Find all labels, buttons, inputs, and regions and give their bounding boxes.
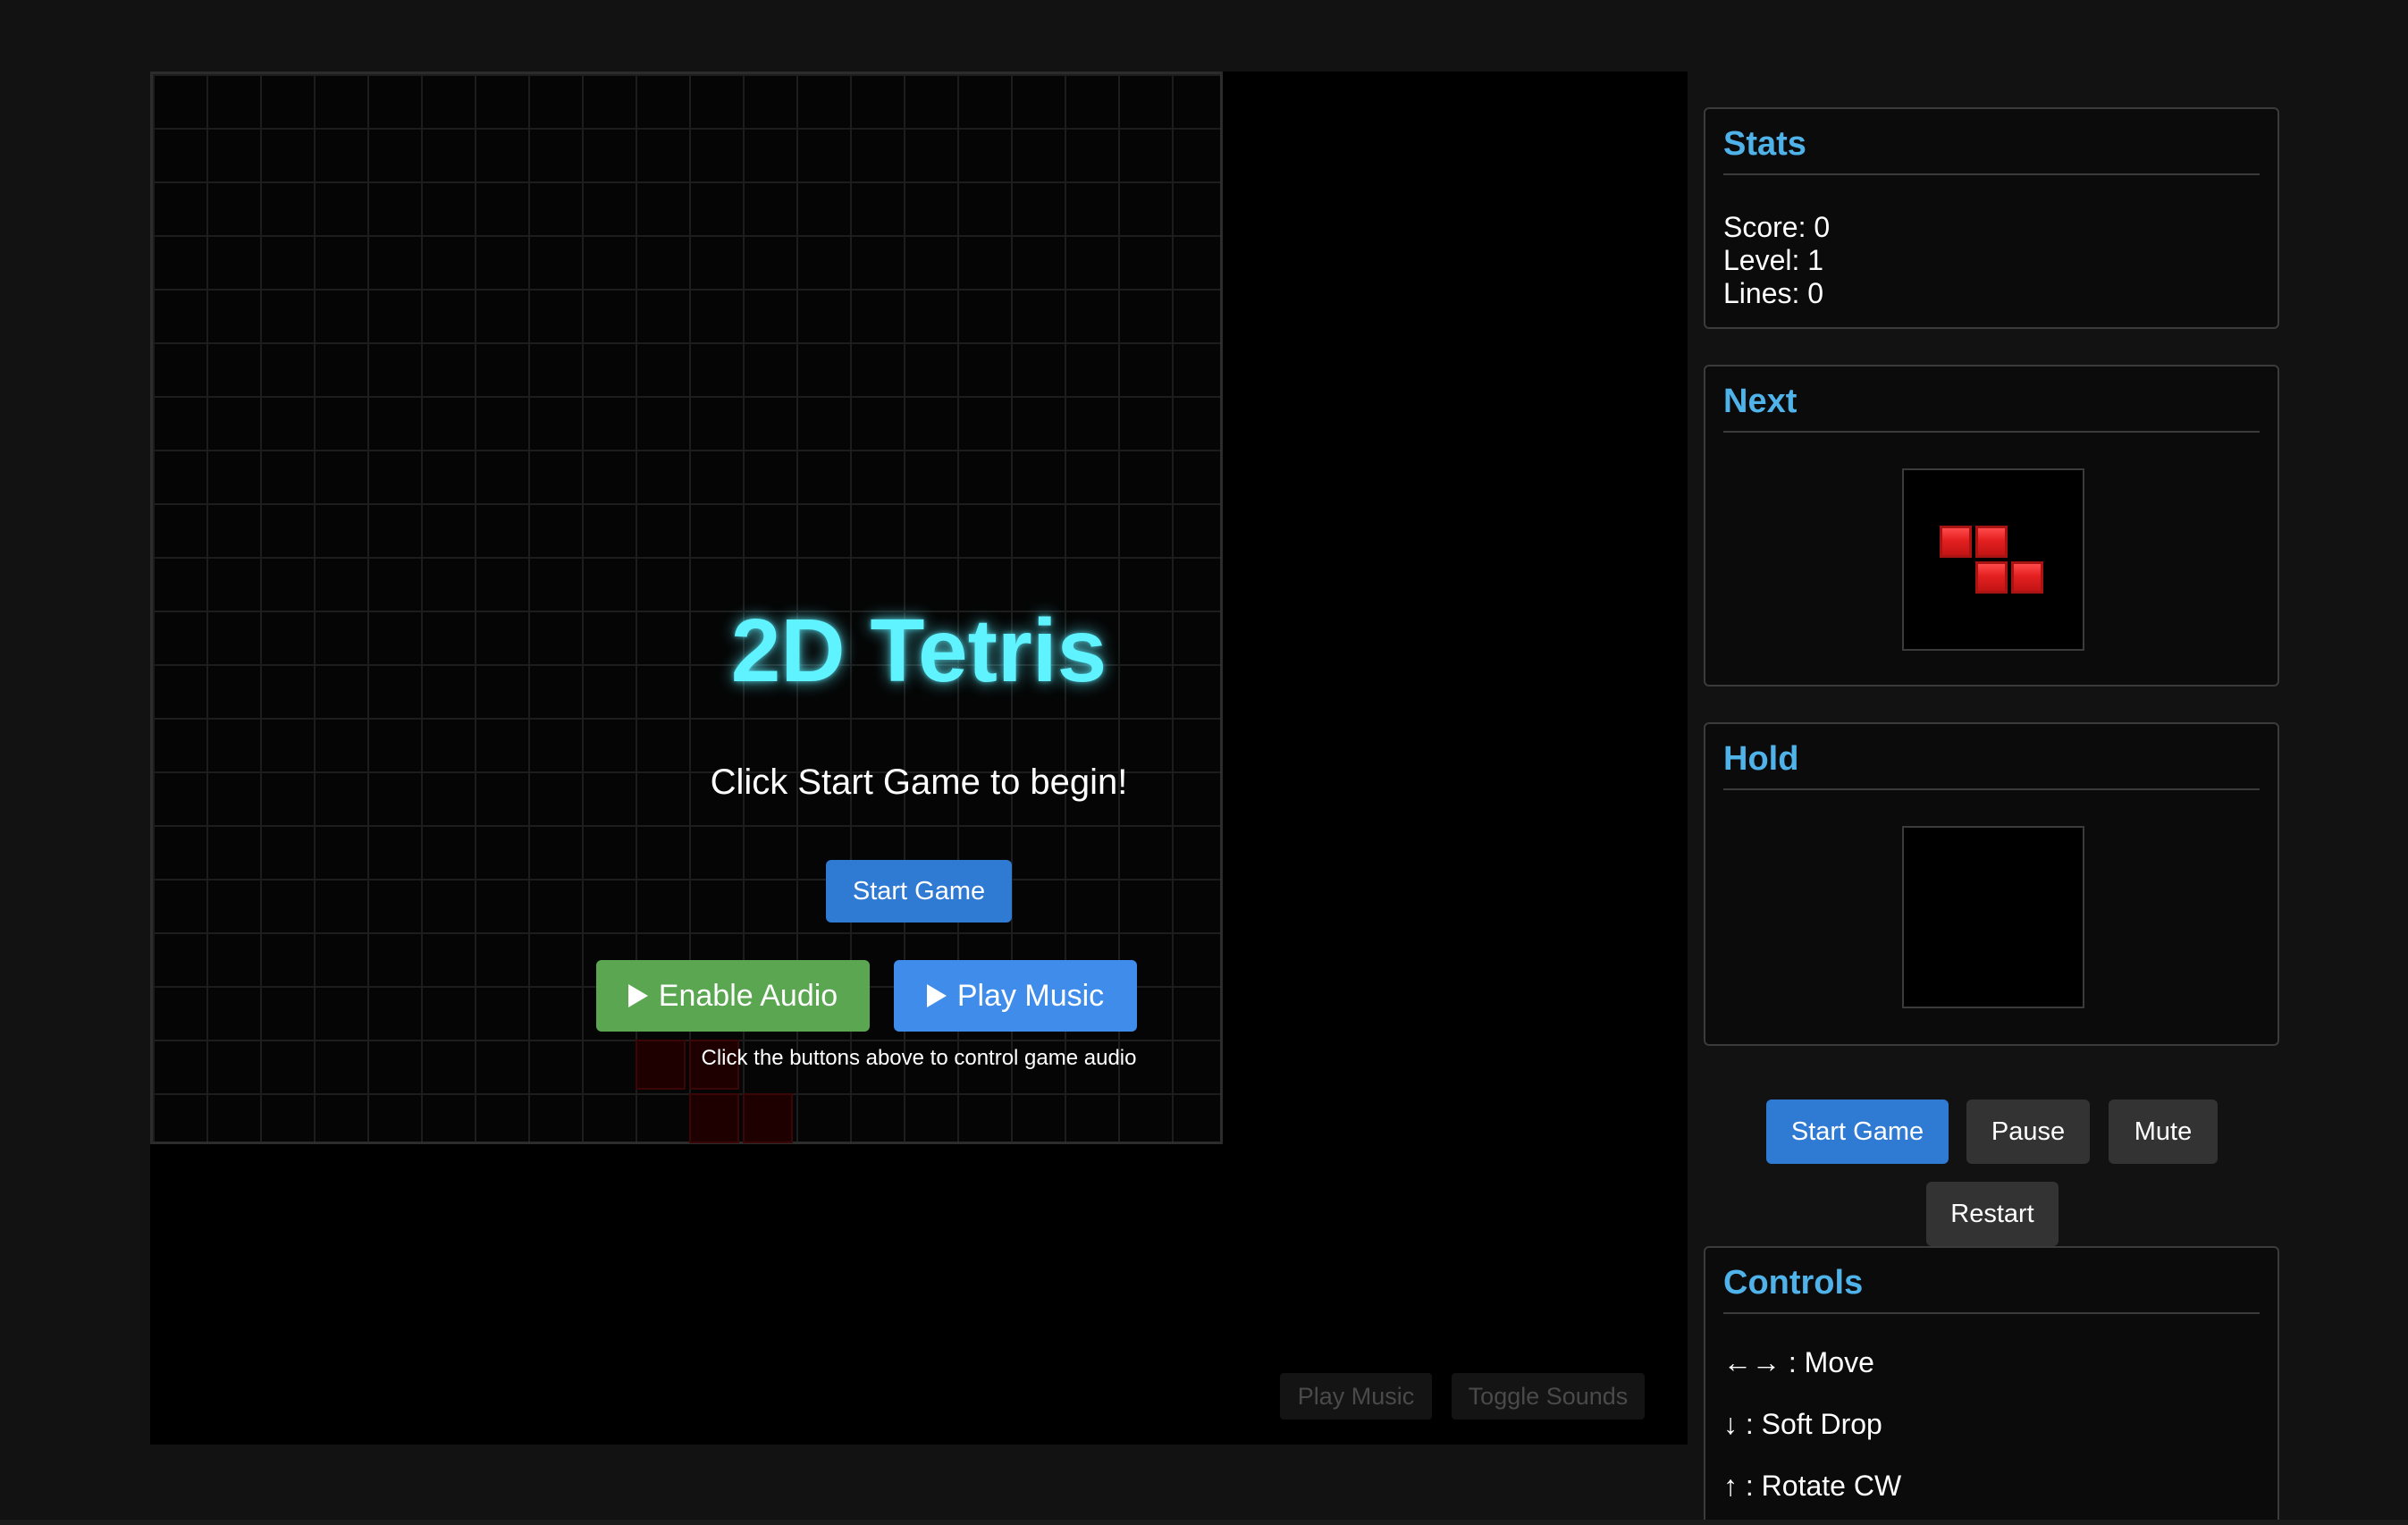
game-title: 2D Tetris bbox=[730, 601, 1107, 701]
hold-piece-preview bbox=[1902, 826, 2084, 1008]
next-title: Next bbox=[1723, 381, 2260, 433]
z-piece-block bbox=[2011, 561, 2043, 594]
sidebar-start-game-button[interactable]: Start Game bbox=[1766, 1100, 1949, 1164]
hold-title: Hold bbox=[1723, 738, 2260, 790]
play-icon bbox=[627, 984, 648, 1007]
start-button-container: Start Game bbox=[619, 860, 1218, 923]
start-overlay: 2D Tetris Click Start Game to begin! Sta… bbox=[150, 72, 1688, 1445]
enable-audio-button[interactable]: Enable Audio bbox=[596, 960, 870, 1032]
start-game-button[interactable]: Start Game bbox=[825, 860, 1013, 923]
lines-value: Lines: 0 bbox=[1723, 277, 1824, 309]
next-panel: Next bbox=[1704, 365, 2279, 687]
next-piece-preview bbox=[1902, 468, 2084, 651]
restart-button[interactable]: Restart bbox=[1926, 1182, 2059, 1246]
audio-hint: Click the buttons above to control game … bbox=[701, 1046, 1137, 1070]
score-value: Score: 0 bbox=[1723, 211, 1831, 243]
game-area: 2D Tetris Click Start Game to begin! Sta… bbox=[150, 72, 1688, 1445]
control-soft-drop: ↓ : Soft Drop bbox=[1723, 1408, 1882, 1440]
controls-panel: Controls ←→ : Move ↓ : Soft Drop ↑ : Rot… bbox=[1704, 1246, 2279, 1525]
play-icon bbox=[926, 984, 947, 1007]
enable-audio-label: Enable Audio bbox=[658, 979, 838, 1013]
control-move: ←→ : Move bbox=[1723, 1346, 1874, 1378]
level-value: Level: 1 bbox=[1723, 244, 1824, 276]
game-subtitle: Click Start Game to begin! bbox=[710, 762, 1128, 802]
toggle-sounds-button[interactable]: Toggle Sounds bbox=[1452, 1373, 1645, 1420]
page: 2D Tetris Click Start Game to begin! Sta… bbox=[0, 0, 2408, 1525]
z-piece-block bbox=[1940, 526, 1972, 558]
mute-button[interactable]: Mute bbox=[2109, 1100, 2218, 1164]
hold-panel: Hold bbox=[1704, 722, 2279, 1046]
control-rotate: ↑ : Rotate CW bbox=[1723, 1470, 1902, 1502]
stats-title: Stats bbox=[1723, 123, 2260, 175]
z-piece-block bbox=[1975, 526, 2008, 558]
bottom-strip bbox=[0, 1520, 2408, 1525]
audio-hint-container: Click the buttons above to control game … bbox=[619, 1046, 1218, 1071]
play-music-button[interactable]: Play Music bbox=[894, 960, 1137, 1032]
title-container: 2D Tetris bbox=[619, 597, 1218, 704]
pause-button[interactable]: Pause bbox=[1966, 1100, 2090, 1164]
subtitle-container: Click Start Game to begin! bbox=[619, 760, 1218, 805]
stats-panel: Stats Score: 0 Level: 1 Lines: 0 bbox=[1704, 107, 2279, 329]
audio-button-row: Enable Audio Play Music bbox=[596, 960, 1218, 1032]
z-piece-block bbox=[1975, 561, 2008, 594]
controls-title: Controls bbox=[1723, 1262, 2260, 1314]
play-music-label: Play Music bbox=[956, 979, 1105, 1013]
secondary-play-music-button[interactable]: Play Music bbox=[1280, 1373, 1432, 1420]
